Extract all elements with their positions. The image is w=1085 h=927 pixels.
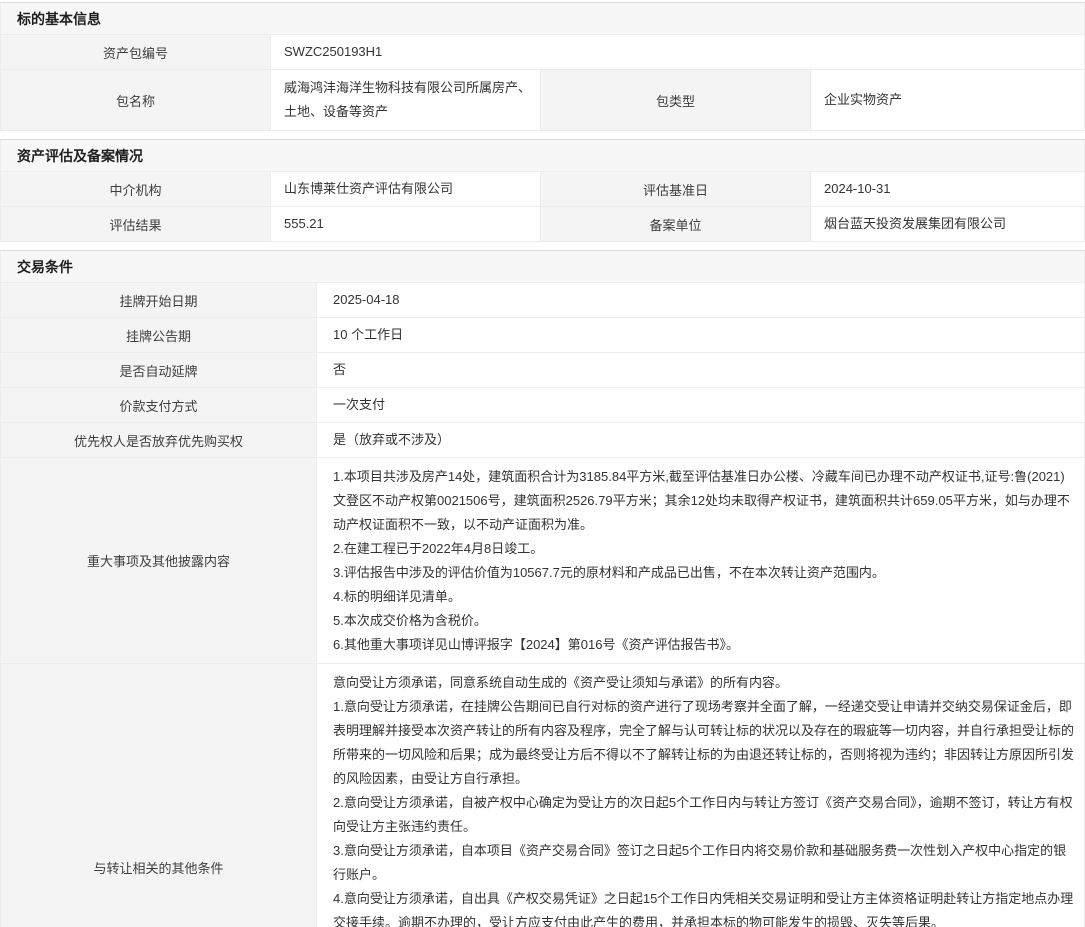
section-title: 交易条件 xyxy=(17,257,73,277)
paragraph: 2.意向受让方须承诺，自被产权中心确定为受让方的次日起5个工作日内与转让方签订《… xyxy=(333,791,1074,839)
field-value: 一次支付 xyxy=(317,388,1084,422)
field-label: 挂牌公告期 xyxy=(1,318,317,352)
row-auto-extend: 是否自动延牌 否 xyxy=(1,353,1084,388)
field-label: 资产包编号 xyxy=(1,35,271,69)
field-value: 2024-10-31 xyxy=(811,172,1084,206)
paragraph: 4.意向受让方须承诺，自出具《产权交易凭证》之日起15个工作日内凭相关交易证明和… xyxy=(333,887,1074,927)
row-preemptive-waiver: 优先权人是否放弃优先购买权 是（放弃或不涉及） xyxy=(1,423,1084,458)
section-trade-conditions: 交易条件 挂牌开始日期 2025-04-18 挂牌公告期 10 个工作日 是否自… xyxy=(0,250,1085,927)
paragraph: 3.意向受让方须承诺，自本项目《资产交易合同》签订之日起5个工作日内将交易价款和… xyxy=(333,839,1074,887)
section-basic-info: 标的基本信息 资产包编号 SWZC250193H1 包名称 威海鸿沣海洋生物科技… xyxy=(0,2,1085,131)
other-conditions-content: 意向受让方须承诺，同意系统自动生成的《资产受让须知与承诺》的所有内容。1.意向受… xyxy=(317,664,1084,927)
field-label: 优先权人是否放弃优先购买权 xyxy=(1,423,317,457)
row-notice-period: 挂牌公告期 10 个工作日 xyxy=(1,318,1084,353)
row-result-filingunit: 评估结果 555.21 备案单位 烟台蓝天投资发展集团有限公司 xyxy=(1,207,1084,241)
asset-listing-page: 标的基本信息 资产包编号 SWZC250193H1 包名称 威海鸿沣海洋生物科技… xyxy=(0,0,1085,927)
field-value: 烟台蓝天投资发展集团有限公司 xyxy=(811,207,1084,241)
row-major-disclosure: 重大事项及其他披露内容 1.本项目共涉及房产14处，建筑面积合计为3185.84… xyxy=(1,458,1084,664)
section-title: 资产评估及备案情况 xyxy=(17,146,143,166)
field-value: 是（放弃或不涉及） xyxy=(317,423,1084,457)
section-header-basic-info: 标的基本信息 xyxy=(1,3,1084,35)
row-package-no: 资产包编号 SWZC250193H1 xyxy=(1,35,1084,70)
paragraph: 3.评估报告中涉及的评估价值为10567.7元的原材料和产成品已出售，不在本次转… xyxy=(333,561,1074,585)
row-start-date: 挂牌开始日期 2025-04-18 xyxy=(1,283,1084,318)
row-agency-basedate: 中介机构 山东博莱仕资产评估有限公司 评估基准日 2024-10-31 xyxy=(1,172,1084,207)
section-title: 标的基本信息 xyxy=(17,9,101,29)
field-label: 包名称 xyxy=(1,70,271,130)
paragraph: 意向受让方须承诺，同意系统自动生成的《资产受让须知与承诺》的所有内容。 xyxy=(333,671,1074,695)
section-header-appraisal: 资产评估及备案情况 xyxy=(1,140,1084,172)
row-package-name-type: 包名称 威海鸿沣海洋生物科技有限公司所属房产、土地、设备等资产 包类型 企业实物… xyxy=(1,70,1084,130)
paragraph: 6.其他重大事项详见山博评报字【2024】第016号《资产评估报告书》。 xyxy=(333,633,1074,657)
field-label: 重大事项及其他披露内容 xyxy=(1,458,317,663)
paragraph: 5.本次成交价格为含税价。 xyxy=(333,609,1074,633)
field-label: 价款支付方式 xyxy=(1,388,317,422)
field-label: 与转让相关的其他条件 xyxy=(1,664,317,927)
field-label: 挂牌开始日期 xyxy=(1,283,317,317)
field-value: SWZC250193H1 xyxy=(271,35,1084,69)
field-label: 评估基准日 xyxy=(541,172,811,206)
field-label: 是否自动延牌 xyxy=(1,353,317,387)
field-value: 555.21 xyxy=(271,207,541,241)
paragraph: 1.本项目共涉及房产14处，建筑面积合计为3185.84平方米,截至评估基准日办… xyxy=(333,465,1074,537)
field-label: 中介机构 xyxy=(1,172,271,206)
row-payment-method: 价款支付方式 一次支付 xyxy=(1,388,1084,423)
field-value: 威海鸿沣海洋生物科技有限公司所属房产、土地、设备等资产 xyxy=(271,70,541,130)
paragraph: 1.意向受让方须承诺，在挂牌公告期间已自行对标的资产进行了现场考察并全面了解，一… xyxy=(333,695,1074,791)
paragraph: 4.标的明细详见清单。 xyxy=(333,585,1074,609)
row-other-conditions: 与转让相关的其他条件 意向受让方须承诺，同意系统自动生成的《资产受让须知与承诺》… xyxy=(1,664,1084,927)
field-label: 备案单位 xyxy=(541,207,811,241)
paragraph: 2.在建工程已于2022年4月8日竣工。 xyxy=(333,537,1074,561)
section-appraisal: 资产评估及备案情况 中介机构 山东博莱仕资产评估有限公司 评估基准日 2024-… xyxy=(0,139,1085,242)
section-header-trade-conditions: 交易条件 xyxy=(1,251,1084,283)
field-label: 评估结果 xyxy=(1,207,271,241)
field-value: 山东博莱仕资产评估有限公司 xyxy=(271,172,541,206)
field-label: 包类型 xyxy=(541,70,811,130)
field-value: 否 xyxy=(317,353,1084,387)
field-value: 2025-04-18 xyxy=(317,283,1084,317)
field-value: 10 个工作日 xyxy=(317,318,1084,352)
field-value: 企业实物资产 xyxy=(811,70,1084,130)
disclosure-content: 1.本项目共涉及房产14处，建筑面积合计为3185.84平方米,截至评估基准日办… xyxy=(317,458,1084,663)
